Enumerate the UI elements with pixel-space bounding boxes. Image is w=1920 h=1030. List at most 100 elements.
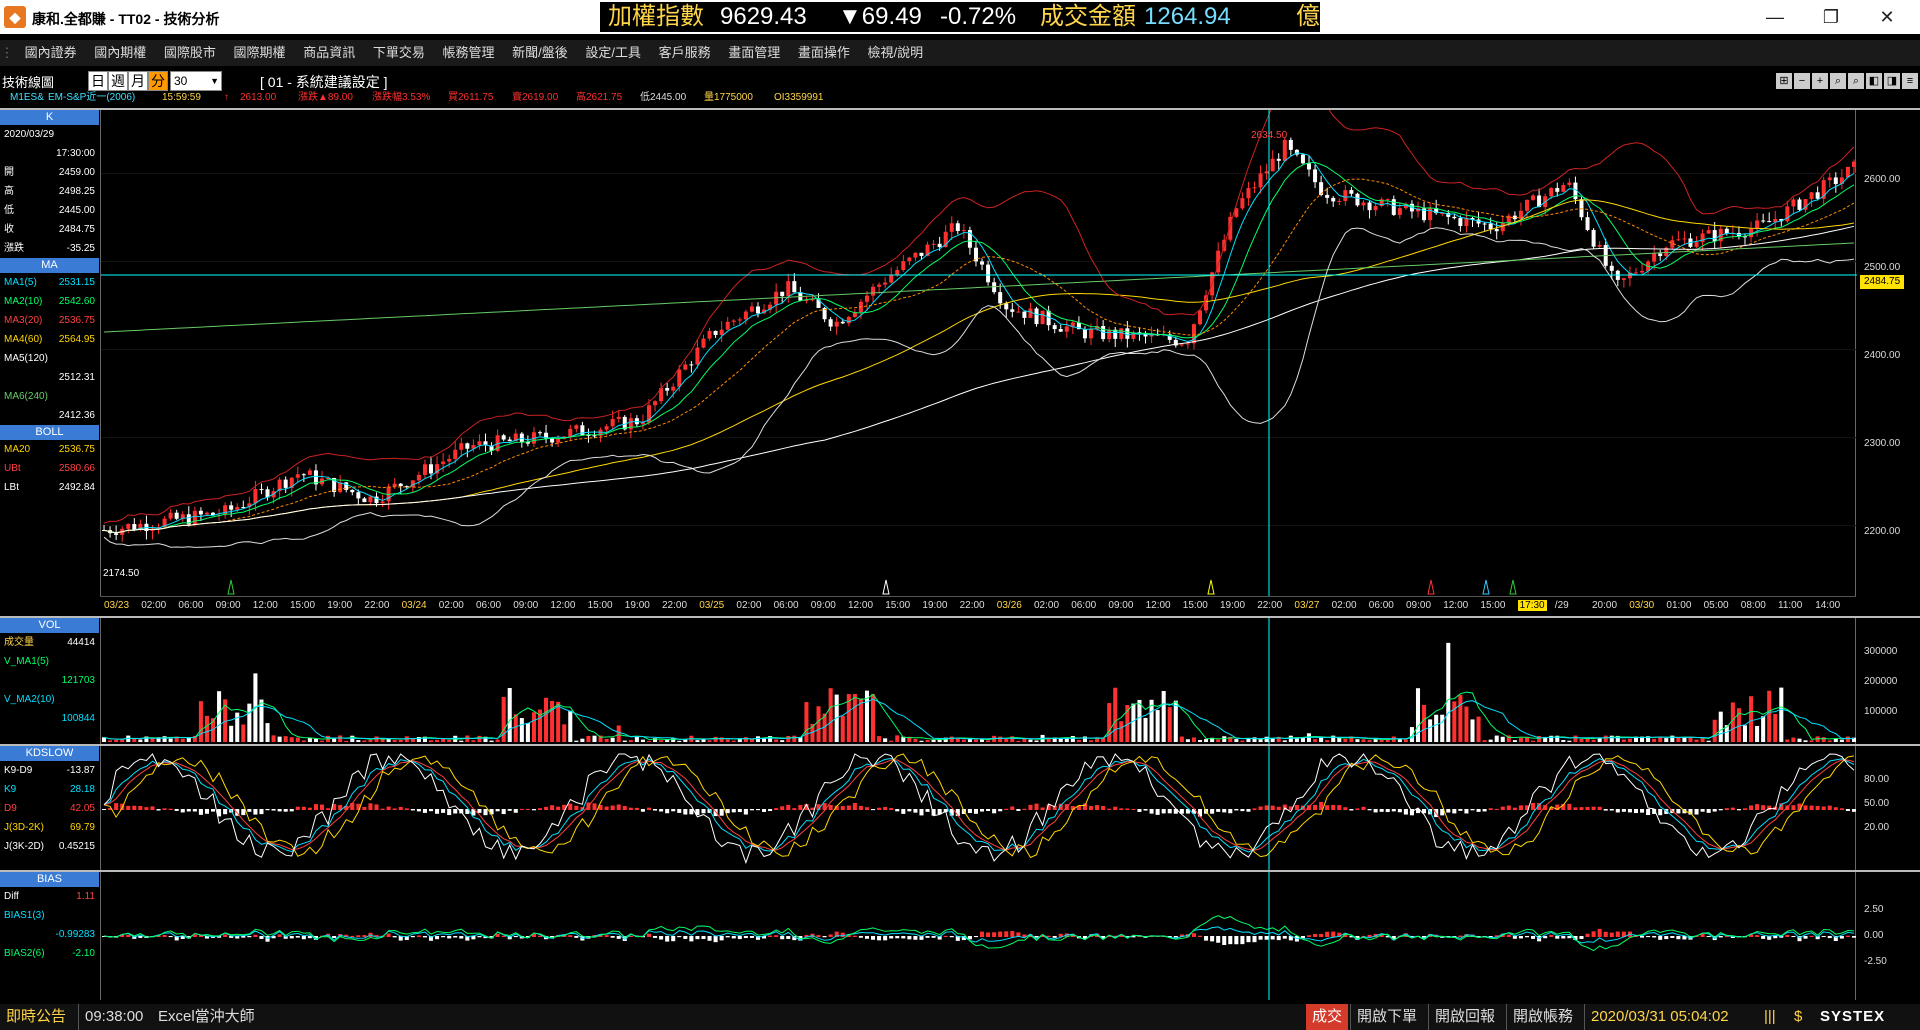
bias-legend-head[interactable]: BIAS xyxy=(0,872,99,887)
crosshair-tool-icon[interactable]: ⊞ xyxy=(1776,73,1792,89)
volume-bar xyxy=(447,739,452,742)
volume-bar xyxy=(1567,740,1572,742)
candle-body xyxy=(755,306,760,314)
announce-news[interactable]: Excel當沖大師 xyxy=(158,1004,255,1030)
menu-tool-icon[interactable]: ≡ xyxy=(1902,73,1918,89)
menu-screen-operate[interactable]: 畫面操作 xyxy=(791,40,857,66)
volume-bar xyxy=(1264,736,1269,742)
ticker-amount-label: 成交金額 xyxy=(1040,3,1136,30)
period-select[interactable]: 30 xyxy=(170,71,222,91)
volume-bar xyxy=(628,739,633,742)
setting-label[interactable]: [ 01 - 系統建議設定 ] xyxy=(260,72,388,92)
kd-diff-bar xyxy=(1113,806,1118,810)
candle-body xyxy=(786,281,791,297)
ma-legend-head[interactable]: MA xyxy=(0,258,99,273)
kd-diff-bar xyxy=(1022,808,1027,810)
kd-diff-bar xyxy=(1815,805,1820,810)
volume-bar xyxy=(1488,739,1493,742)
timeframe-week[interactable]: 週 xyxy=(108,71,128,91)
boll-legend-head[interactable]: BOLL xyxy=(0,425,99,440)
close-button[interactable]: ✕ xyxy=(1864,4,1910,30)
open-report-button[interactable]: 開啟回報 xyxy=(1428,1004,1495,1030)
announce-label[interactable]: 即時公告 xyxy=(6,1004,66,1030)
open-order-button[interactable]: 開啟下單 xyxy=(1350,1004,1417,1030)
candle-body xyxy=(1797,199,1802,210)
kd-chart-svg[interactable] xyxy=(101,746,1857,870)
kd-diff-bar xyxy=(1827,805,1832,810)
candle-body xyxy=(1022,311,1027,318)
candle-body xyxy=(689,364,694,366)
volume-bar xyxy=(180,738,185,742)
kd-legend-head[interactable]: KDSLOW xyxy=(0,746,99,761)
volume-bar xyxy=(556,701,561,742)
menu-news[interactable]: 新聞/盤後 xyxy=(505,40,575,66)
price-plot[interactable]: 2634.50 2174.50 xyxy=(100,110,1857,596)
x-time-label: 12:00 xyxy=(848,600,874,611)
vol-legend-head[interactable]: VOL xyxy=(0,618,99,633)
kd-diff-bar xyxy=(1258,806,1263,810)
volume-bar xyxy=(1361,739,1366,742)
minimize-button[interactable]: — xyxy=(1752,4,1798,30)
d9-row: D9 42.05 xyxy=(0,799,99,818)
menu-intl-futures[interactable]: 國際期權 xyxy=(227,40,293,66)
candle-body xyxy=(1809,192,1814,200)
layout-left-tool-icon[interactable]: ◧ xyxy=(1866,73,1882,89)
maximize-button[interactable]: ❐ xyxy=(1808,4,1854,30)
find-tool-icon[interactable]: ⌕ xyxy=(1848,73,1864,89)
bias-diff-bar xyxy=(973,936,978,938)
kd-diff-bar xyxy=(477,809,482,813)
menu-intl-stocks[interactable]: 國際股市 xyxy=(157,40,223,66)
search-tool-icon[interactable]: ⌕ xyxy=(1830,73,1846,89)
kd-diff-row: K9-D9 -13.87 xyxy=(0,761,99,780)
volume-bar xyxy=(986,740,991,742)
ma3-value: 2536.75 xyxy=(58,315,95,326)
candle-body xyxy=(1712,230,1717,242)
menu-account[interactable]: 帳務管理 xyxy=(435,40,501,66)
menu-customer-service[interactable]: 客戶服務 xyxy=(652,40,718,66)
candle-body xyxy=(701,338,706,348)
bias-chart-svg[interactable] xyxy=(101,872,1857,1000)
candle-body xyxy=(1500,222,1505,232)
bias1-value: -0.99283 xyxy=(55,929,95,940)
timeframe-month[interactable]: 月 xyxy=(128,71,148,91)
bias-diff-bar xyxy=(1282,936,1287,939)
menu-domestic-securities[interactable]: 國內證券 xyxy=(18,40,84,66)
menu-screen-manage[interactable]: 畫面管理 xyxy=(721,40,787,66)
kd-diff-bar xyxy=(980,809,985,812)
volume-plot[interactable] xyxy=(100,618,1856,744)
volume-bar xyxy=(1422,704,1427,742)
bias-diff-bar xyxy=(459,936,464,939)
zoom-in-tool-icon[interactable]: + xyxy=(1812,73,1828,89)
menu-trading[interactable]: 下單交易 xyxy=(366,40,432,66)
kd-plot[interactable] xyxy=(100,746,1856,870)
timeframe-minute[interactable]: 分 xyxy=(148,71,168,91)
timeframe-day[interactable]: 日 xyxy=(88,71,108,91)
volume-bar xyxy=(925,739,930,742)
k-legend-head[interactable]: K xyxy=(0,110,99,125)
dollar-icon[interactable]: $ xyxy=(1794,1004,1802,1030)
bias-plot[interactable] xyxy=(100,872,1856,1000)
open-account-button[interactable]: 開啟帳務 xyxy=(1506,1004,1573,1030)
volume-bar xyxy=(525,723,530,742)
menu-domestic-futures[interactable]: 國內期權 xyxy=(87,40,153,66)
volume-bar xyxy=(374,736,379,742)
j2-label: J(3K-2D) xyxy=(4,841,45,852)
volume-chart-svg[interactable] xyxy=(101,618,1857,744)
trade-indicator[interactable]: 成交 xyxy=(1306,1004,1349,1030)
vma2-value: 100844 xyxy=(61,713,95,724)
volume-bar xyxy=(277,736,282,742)
menu-settings[interactable]: 設定/工具 xyxy=(578,40,648,66)
bias-diff-bar xyxy=(895,936,900,939)
volume-bar xyxy=(1694,739,1699,742)
candle-body xyxy=(429,464,434,474)
bias-y-axis: 2.50 0.00 -2.50 xyxy=(1858,872,1920,1000)
price-chart-svg[interactable] xyxy=(101,110,1857,596)
layout-right-tool-icon[interactable]: ◨ xyxy=(1884,73,1900,89)
zoom-out-tool-icon[interactable]: − xyxy=(1794,73,1810,89)
volume-bar xyxy=(1434,714,1439,742)
kd-diff-bar xyxy=(1761,805,1766,810)
bias-diff-bar xyxy=(1325,931,1330,937)
menu-product-info[interactable]: 商品資訊 xyxy=(296,40,362,66)
candle-body xyxy=(1464,218,1469,226)
menu-view-help[interactable]: 檢視/說明 xyxy=(861,40,931,66)
